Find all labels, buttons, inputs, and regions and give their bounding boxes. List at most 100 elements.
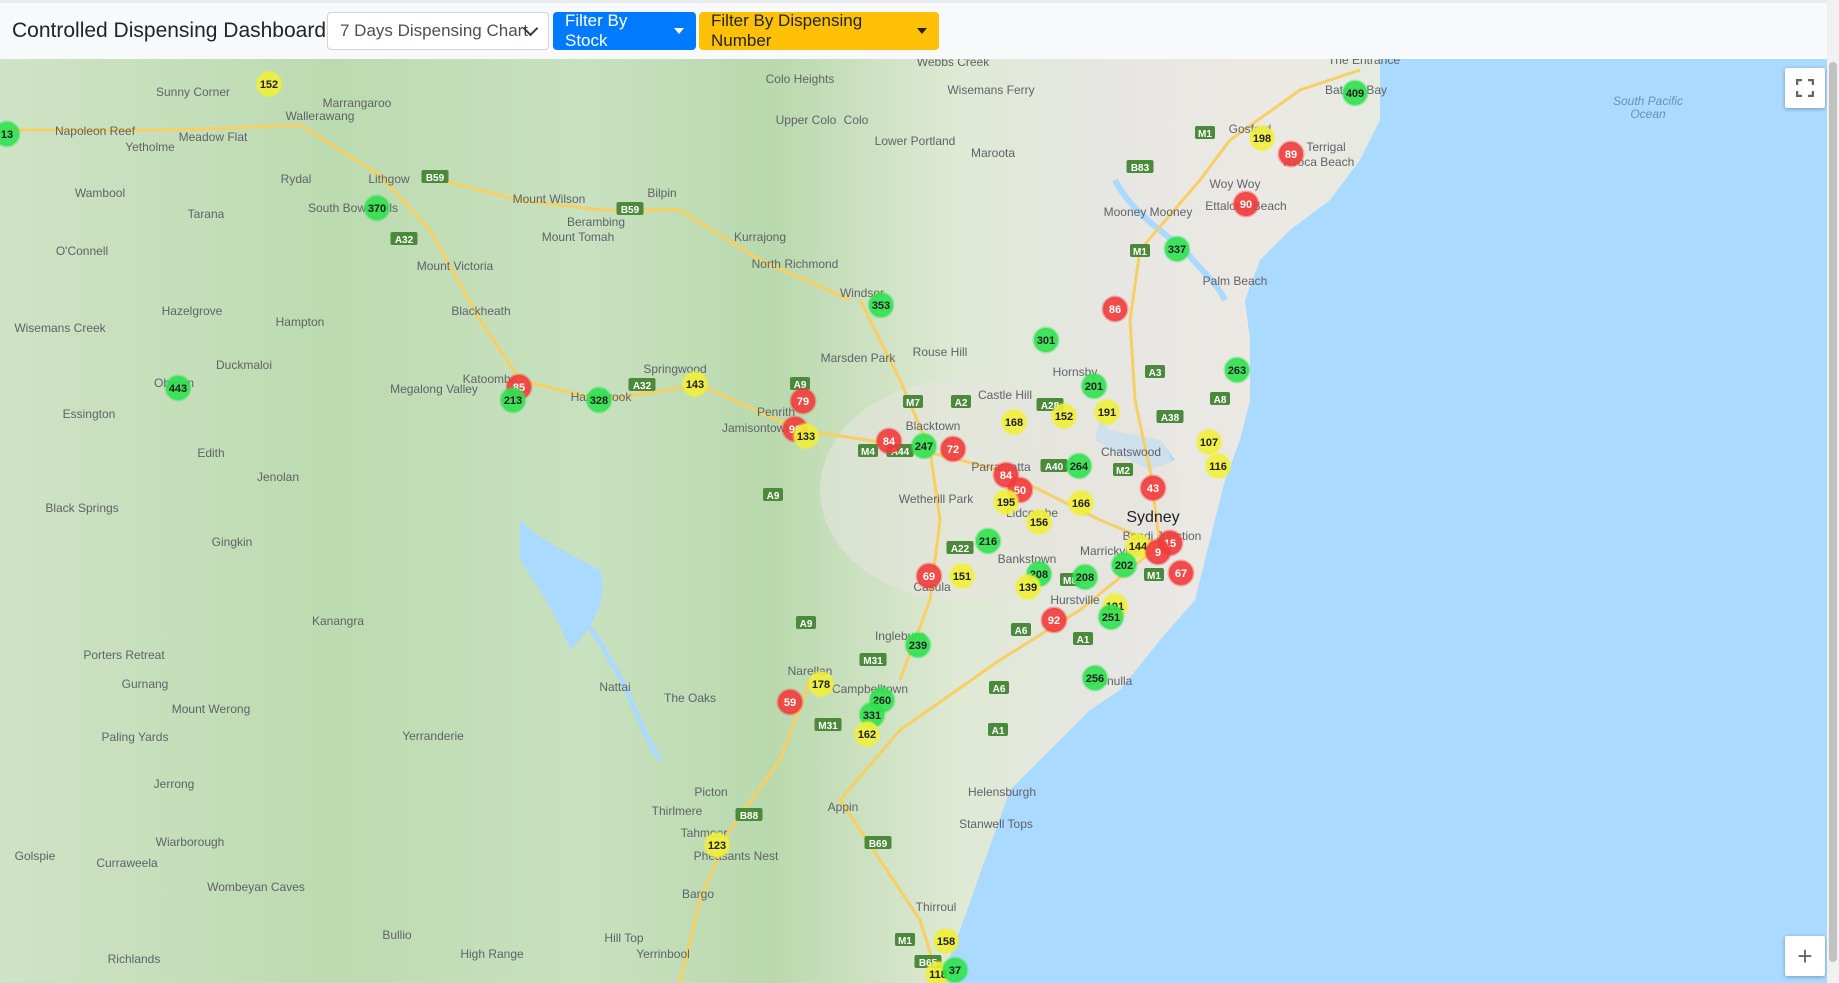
dispensing-marker[interactable]: 216 (974, 527, 1002, 555)
page-scrollbar[interactable] (1827, 0, 1839, 983)
place-label: Curraweela (96, 856, 158, 870)
dispensing-marker[interactable]: 152 (1050, 402, 1078, 430)
dispensing-marker[interactable]: 89 (1277, 140, 1305, 168)
marker-count: 156 (1030, 517, 1048, 529)
place-label: Marsden Park (821, 351, 897, 365)
marker-count: 213 (504, 395, 522, 407)
dispensing-marker[interactable]: 202 (1110, 551, 1138, 579)
dispensing-marker[interactable]: 79 (789, 387, 817, 415)
dispensing-marker[interactable]: 107 (1195, 428, 1223, 456)
dispensing-marker[interactable]: 92 (1040, 606, 1068, 634)
place-label: Jenolan (257, 470, 299, 484)
place-label: Hill Top (604, 931, 643, 945)
place-label: Wetherill Park (899, 492, 974, 506)
marker-count: 443 (169, 383, 187, 395)
dispensing-marker[interactable]: 353 (867, 291, 895, 319)
dispensing-marker[interactable]: 337 (1163, 235, 1191, 263)
city-label: Sydney (1126, 509, 1179, 526)
dispensing-marker[interactable]: 195 (992, 488, 1020, 516)
dispensing-marker[interactable]: 162 (853, 720, 881, 748)
marker-count: 201 (1085, 381, 1103, 393)
marker-count: 162 (858, 729, 876, 741)
dispensing-marker[interactable]: 409 (1341, 79, 1369, 107)
filter-by-dispensing-label: Filter By Dispensing Number (711, 11, 863, 50)
road-shield: A40 (1040, 459, 1068, 473)
dispensing-marker[interactable]: 59 (776, 688, 804, 716)
dispensing-marker[interactable]: 86 (1101, 295, 1129, 323)
dispensing-marker[interactable]: 143 (681, 370, 709, 398)
place-label: Nattai (599, 680, 630, 694)
road-shield: B69 (864, 836, 892, 850)
dispensing-marker[interactable]: 37 (941, 956, 969, 983)
marker-count: 151 (953, 571, 971, 583)
dispensing-marker[interactable]: 69 (915, 562, 943, 590)
dispensing-marker[interactable]: 84 (875, 427, 903, 455)
road-shield-label: A22 (951, 544, 970, 555)
dispensing-marker[interactable]: 201 (1080, 372, 1108, 400)
marker-count: 92 (1048, 615, 1060, 627)
dispensing-marker[interactable]: 213 (499, 386, 527, 414)
dispensing-marker[interactable]: 152 (255, 70, 283, 98)
dispensing-marker[interactable]: 158 (932, 927, 960, 955)
marker-count: 72 (947, 444, 959, 456)
map-canvas[interactable]: Sunny Corner Wallerawang Napoleon Reef Mead… (0, 59, 1839, 983)
place-label: Napoleon Reef (55, 124, 136, 138)
dispensing-marker[interactable]: 256 (1081, 664, 1109, 692)
place-label: Castle Hill (978, 388, 1032, 402)
dispensing-marker[interactable]: 178 (807, 670, 835, 698)
road-shield-label: M31 (818, 721, 838, 732)
dispensing-marker[interactable]: 166 (1067, 489, 1095, 517)
dispensing-marker[interactable]: 251 (1097, 603, 1125, 631)
dispensing-marker[interactable]: 443 (164, 374, 192, 402)
place-label: Sunny Corner (156, 85, 230, 99)
chart-select-dropdown[interactable]: 7 Days Dispensing Chart (327, 12, 549, 50)
dispensing-marker[interactable]: 328 (585, 386, 613, 414)
dispensing-marker[interactable]: 116 (1204, 452, 1232, 480)
dispensing-marker[interactable]: 139 (1014, 573, 1042, 601)
dispensing-marker[interactable]: 9 (1144, 538, 1172, 566)
dispensing-marker[interactable]: 208 (1071, 563, 1099, 591)
dispensing-marker[interactable]: 43 (1139, 474, 1167, 502)
road-shield: M1 (895, 933, 915, 947)
road-shield: A2 (951, 395, 971, 409)
dispensing-marker[interactable]: 133 (792, 422, 820, 450)
place-label: Wombeyan Caves (207, 880, 305, 894)
dispensing-marker[interactable]: 168 (1000, 408, 1028, 436)
top-navbar: Controlled Dispensing Dashboard 7 Days D… (0, 0, 1839, 59)
dispensing-marker[interactable]: 13 (0, 120, 21, 148)
fullscreen-button[interactable] (1785, 68, 1825, 108)
dispensing-marker[interactable]: 72 (939, 435, 967, 463)
marker-count: 264 (1070, 461, 1089, 473)
place-label: Rydal (281, 172, 312, 186)
marker-count: 86 (1109, 304, 1121, 316)
road-shield: A3 (1145, 365, 1165, 379)
dispensing-marker[interactable]: 264 (1065, 452, 1093, 480)
road-shield: M7 (903, 395, 923, 409)
road-shield: M4 (858, 444, 878, 458)
road-shield-label: A9 (800, 619, 813, 630)
place-label: Meadow Flat (179, 130, 248, 144)
place-label: Terrigal (1306, 140, 1345, 154)
dispensing-marker[interactable]: 151 (948, 562, 976, 590)
dispensing-marker[interactable]: 198 (1248, 124, 1276, 152)
dispensing-marker[interactable]: 370 (363, 194, 391, 222)
dispensing-marker[interactable]: 123 (703, 831, 731, 859)
dispensing-marker[interactable]: 263 (1223, 356, 1251, 384)
place-label: Mount Tomah (542, 230, 615, 244)
dispensing-marker[interactable]: 301 (1032, 326, 1060, 354)
scrollbar-thumb[interactable] (1829, 62, 1837, 962)
marker-count: 370 (368, 203, 386, 215)
marker-count: 251 (1102, 612, 1120, 624)
dispensing-marker[interactable]: 90 (1232, 190, 1260, 218)
dispensing-marker[interactable]: 239 (904, 631, 932, 659)
caret-down-icon (917, 28, 927, 34)
filter-by-stock-button[interactable]: Filter By Stock (553, 11, 696, 50)
dashboard-title: Controlled Dispensing Dashboard (12, 19, 327, 42)
dispensing-marker[interactable]: 67 (1167, 559, 1195, 587)
dispensing-marker[interactable]: 247 (910, 432, 938, 460)
dispensing-marker[interactable]: 191 (1093, 398, 1121, 426)
zoom-in-button[interactable]: + (1785, 936, 1825, 976)
filter-by-dispensing-button[interactable]: Filter By Dispensing Number (699, 11, 939, 50)
marker-count: 37 (949, 965, 961, 977)
dispensing-marker[interactable]: 156 (1025, 508, 1053, 536)
